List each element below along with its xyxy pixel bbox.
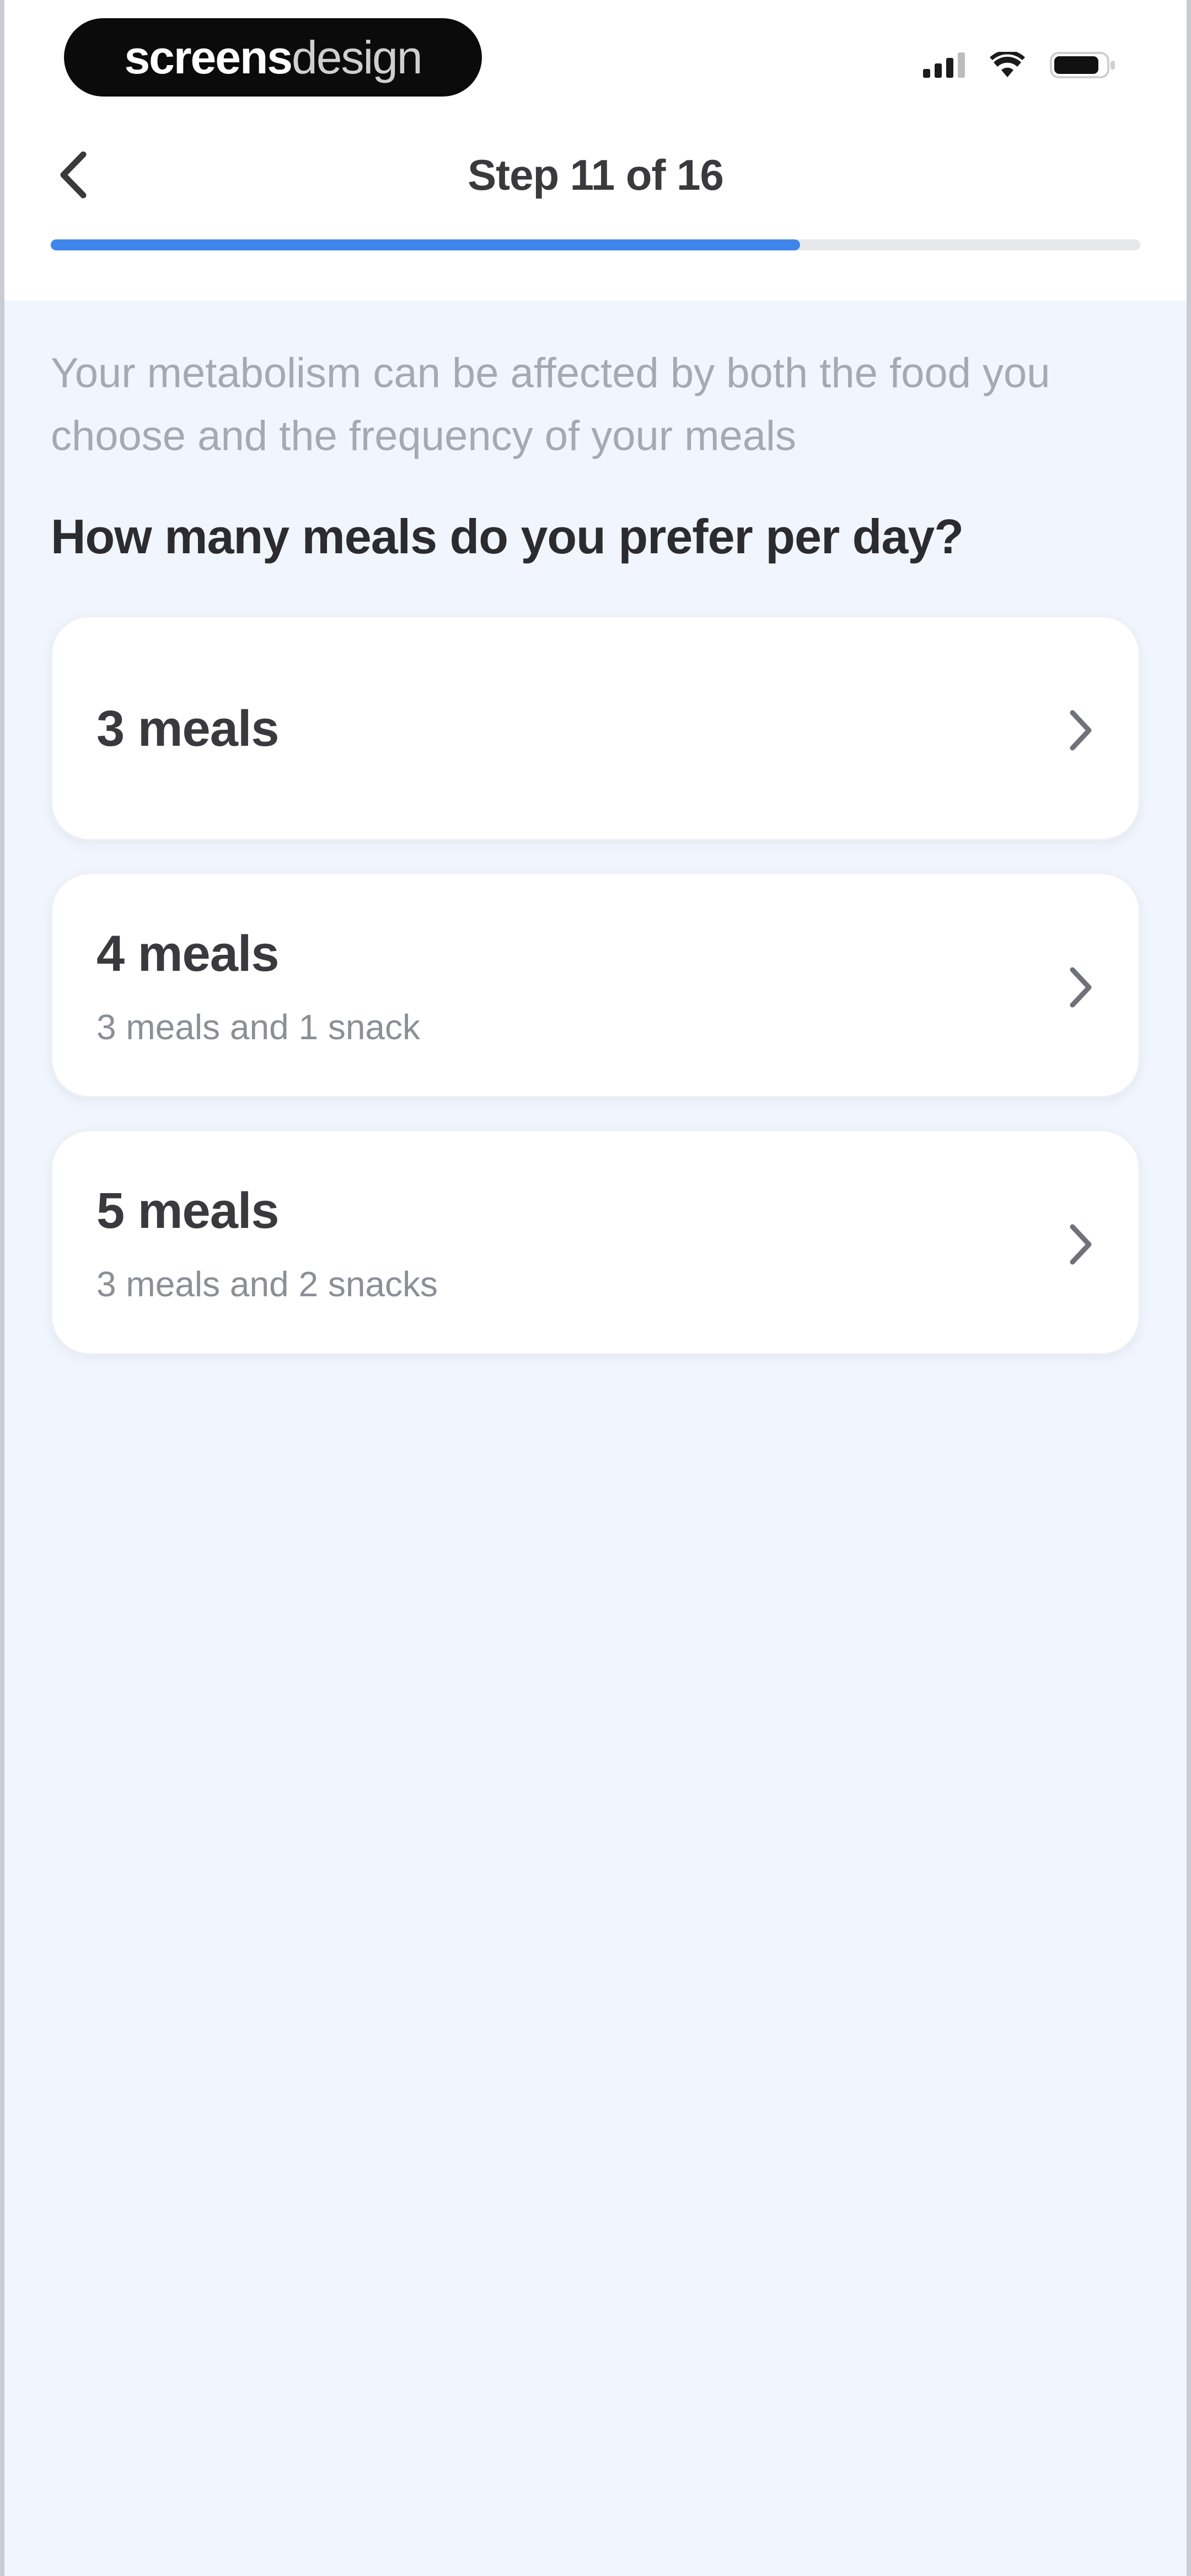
question-title: How many meals do you prefer per day?: [51, 509, 964, 564]
progress-fill: [51, 239, 800, 250]
battery-icon: [1050, 51, 1116, 79]
chevron-right-icon: [1061, 963, 1100, 1012]
meal-options: 3 meals 4 meals 3 meals and 1 snack 5 me…: [51, 616, 1140, 1355]
status-icons: [923, 51, 1116, 79]
option-5-meals[interactable]: 5 meals 3 meals and 2 snacks: [51, 1130, 1140, 1355]
option-title: 5 meals: [96, 1183, 280, 1239]
chevron-right-icon: [1061, 706, 1100, 755]
main-content: Your metabolism can be affected by both …: [51, 342, 1140, 1355]
status-bar: screens design: [4, 0, 1187, 121]
app-screen: screens design Step 11 of 16 Your metabo…: [0, 0, 1191, 2576]
chevron-right-icon: [1061, 1220, 1100, 1269]
intro-text: Your metabolism can be affected by both …: [51, 350, 1050, 459]
option-subtitle: 3 meals and 2 snacks: [96, 1264, 438, 1304]
wifi-icon: [989, 52, 1026, 78]
step-title: Step 11 of 16: [468, 151, 724, 199]
option-title: 4 meals: [96, 926, 280, 982]
option-title: 3 meals: [96, 701, 280, 757]
top-bar: screens design Step 11 of 16: [4, 0, 1187, 301]
signal-bars-icon: [923, 52, 965, 78]
brand-bold-text: screens: [124, 31, 293, 83]
progress-bar: [51, 239, 1140, 250]
brand-light-text: design: [292, 31, 423, 83]
option-4-meals[interactable]: 4 meals 3 meals and 1 snack: [51, 873, 1140, 1098]
option-3-meals[interactable]: 3 meals: [51, 616, 1140, 841]
option-subtitle: 3 meals and 1 snack: [96, 1007, 420, 1047]
brand-logo: screens design: [64, 18, 482, 97]
